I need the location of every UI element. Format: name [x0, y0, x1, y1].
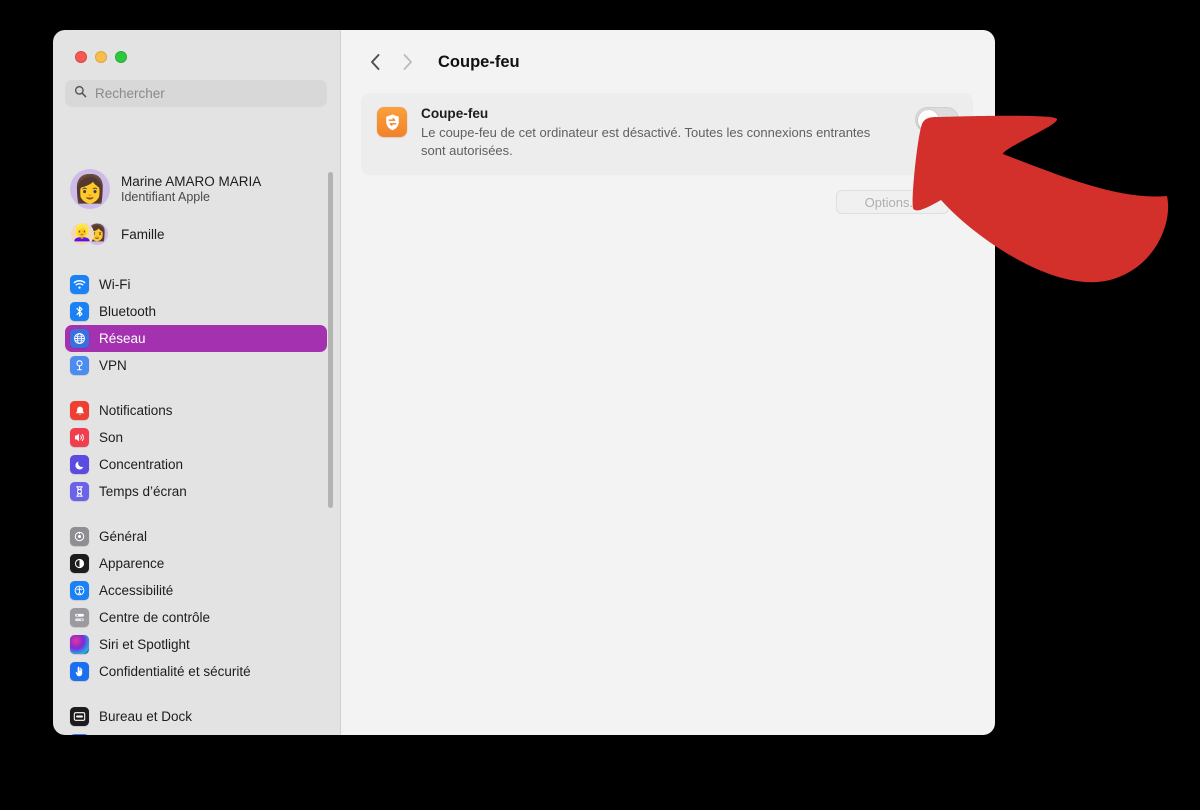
- appearance-icon: [70, 554, 89, 573]
- firewall-card-description: Le coupe-feu de cet ordinateur est désac…: [421, 125, 871, 158]
- accessibility-icon: [70, 581, 89, 600]
- firewall-card-title: Coupe-feu: [421, 106, 489, 121]
- avatar: 👩: [70, 169, 110, 209]
- display-icon: [70, 734, 89, 735]
- sidebar-item-label: Famille: [121, 226, 165, 242]
- sidebar-item-reseau[interactable]: Réseau: [65, 325, 327, 352]
- gear-icon: [70, 527, 89, 546]
- sidebar-item-moniteurs[interactable]: Moniteurs: [65, 730, 327, 735]
- family-avatars: 👱‍♀️ 👩: [70, 220, 110, 248]
- sidebar-item-accessibilite[interactable]: Accessibilité: [65, 577, 327, 604]
- sidebar-divider-4: [65, 685, 327, 703]
- sidebar-scrollbar[interactable]: [328, 172, 333, 508]
- content-panel: Coupe-feu Coupe-feu Le coupe-feu de cet …: [341, 30, 995, 735]
- hand-privacy-icon: [70, 662, 89, 681]
- sidebar-item-bureau-et-dock[interactable]: Bureau et Dock: [65, 703, 327, 730]
- sidebar-item-apple-account[interactable]: 👩 Marine AMARO MARIA Identifiant Apple: [65, 163, 327, 213]
- sidebar-scroll-area: 👩 Marine AMARO MARIA Identifiant Apple 👱…: [53, 163, 340, 735]
- desktop-dock-icon: [70, 707, 89, 726]
- firewall-shield-icon: [377, 107, 407, 137]
- sidebar-item-label: Concentration: [99, 457, 184, 472]
- sidebar-item-son[interactable]: Son: [65, 424, 327, 451]
- sidebar-item-label: Réseau: [99, 331, 146, 346]
- sidebar-item-vpn[interactable]: VPN: [65, 352, 327, 379]
- moon-icon: [70, 455, 89, 474]
- window-traffic-lights: [53, 30, 340, 63]
- firewall-toggle-knob: [917, 109, 939, 131]
- bell-icon: [70, 401, 89, 420]
- sidebar-item-label: Apparence: [99, 556, 165, 571]
- page-title: Coupe-feu: [438, 52, 520, 71]
- sidebar-divider-1: [65, 253, 327, 271]
- vpn-icon: [70, 356, 89, 375]
- toolbar: Coupe-feu: [341, 30, 995, 94]
- sidebar-item-confidentialite-securite[interactable]: Confidentialité et sécurité: [65, 658, 327, 685]
- chevron-left-icon: [370, 53, 381, 71]
- sidebar-item-notifications[interactable]: Notifications: [65, 397, 327, 424]
- sidebar: Rechercher 👩 Marine AMARO MARIA Identifi…: [53, 30, 341, 735]
- sidebar-item-centre-de-controle[interactable]: Centre de contrôle: [65, 604, 327, 631]
- sidebar-item-general[interactable]: Général: [65, 523, 327, 550]
- sidebar-item-label: Wi-Fi: [99, 277, 131, 292]
- sidebar-item-famille[interactable]: 👱‍♀️ 👩 Famille: [65, 215, 327, 253]
- close-button[interactable]: [75, 51, 87, 63]
- zoom-button[interactable]: [115, 51, 127, 63]
- account-name: Marine AMARO MARIA: [121, 174, 262, 189]
- sidebar-item-label: Bureau et Dock: [99, 709, 193, 724]
- family-avatar-1: 👱‍♀️: [70, 222, 94, 246]
- account-text: Marine AMARO MARIA Identifiant Apple: [121, 174, 261, 204]
- sidebar-list: 👩 Marine AMARO MARIA Identifiant Apple 👱…: [53, 163, 340, 735]
- forward-button[interactable]: [391, 47, 423, 77]
- control-center-icon: [70, 608, 89, 627]
- sidebar-item-label: Général: [99, 529, 148, 544]
- sidebar-item-label: Temps d’écran: [99, 484, 187, 499]
- hourglass-icon: [70, 482, 89, 501]
- firewall-toggle[interactable]: [915, 107, 959, 132]
- search-placeholder: Rechercher: [95, 86, 165, 101]
- sidebar-item-label: Centre de contrôle: [99, 610, 211, 625]
- minimize-button[interactable]: [95, 51, 107, 63]
- sidebar-divider-3: [65, 505, 327, 523]
- sidebar-item-label: Confidentialité et sécurité: [99, 664, 251, 679]
- back-button[interactable]: [359, 47, 391, 77]
- sidebar-item-label: Notifications: [99, 403, 173, 418]
- siri-icon: [70, 635, 89, 654]
- sidebar-divider-2: [65, 379, 327, 397]
- globe-icon: [70, 329, 89, 348]
- account-subtitle: Identifiant Apple: [121, 190, 210, 204]
- sidebar-item-siri-spotlight[interactable]: Siri et Spotlight: [65, 631, 327, 658]
- system-settings-window: Rechercher 👩 Marine AMARO MARIA Identifi…: [53, 30, 995, 735]
- firewall-card-text: Coupe-feu Le coupe-feu de cet ordinateur…: [421, 106, 959, 160]
- sidebar-item-label: Accessibilité: [99, 583, 174, 598]
- sidebar-item-label: VPN: [99, 358, 127, 373]
- sidebar-item-concentration[interactable]: Concentration: [65, 451, 327, 478]
- sidebar-item-label: Bluetooth: [99, 304, 157, 319]
- search-icon: [74, 85, 87, 103]
- search-input[interactable]: Rechercher: [65, 80, 327, 107]
- screen: Rechercher 👩 Marine AMARO MARIA Identifi…: [0, 0, 1200, 810]
- bluetooth-icon: [70, 302, 89, 321]
- search-container: Rechercher: [53, 63, 340, 107]
- sidebar-item-apparence[interactable]: Apparence: [65, 550, 327, 577]
- sidebar-item-temps-ecran[interactable]: Temps d’écran: [65, 478, 327, 505]
- firewall-card: Coupe-feu Le coupe-feu de cet ordinateur…: [361, 93, 973, 175]
- sidebar-item-bluetooth[interactable]: Bluetooth: [65, 298, 327, 325]
- wifi-icon: [70, 275, 89, 294]
- chevron-right-icon: [402, 53, 413, 71]
- options-button[interactable]: Options...: [836, 190, 949, 214]
- speaker-icon: [70, 428, 89, 447]
- sidebar-item-label: Son: [99, 430, 124, 445]
- sidebar-item-label: Siri et Spotlight: [99, 637, 190, 652]
- sidebar-item-wifi[interactable]: Wi-Fi: [65, 271, 327, 298]
